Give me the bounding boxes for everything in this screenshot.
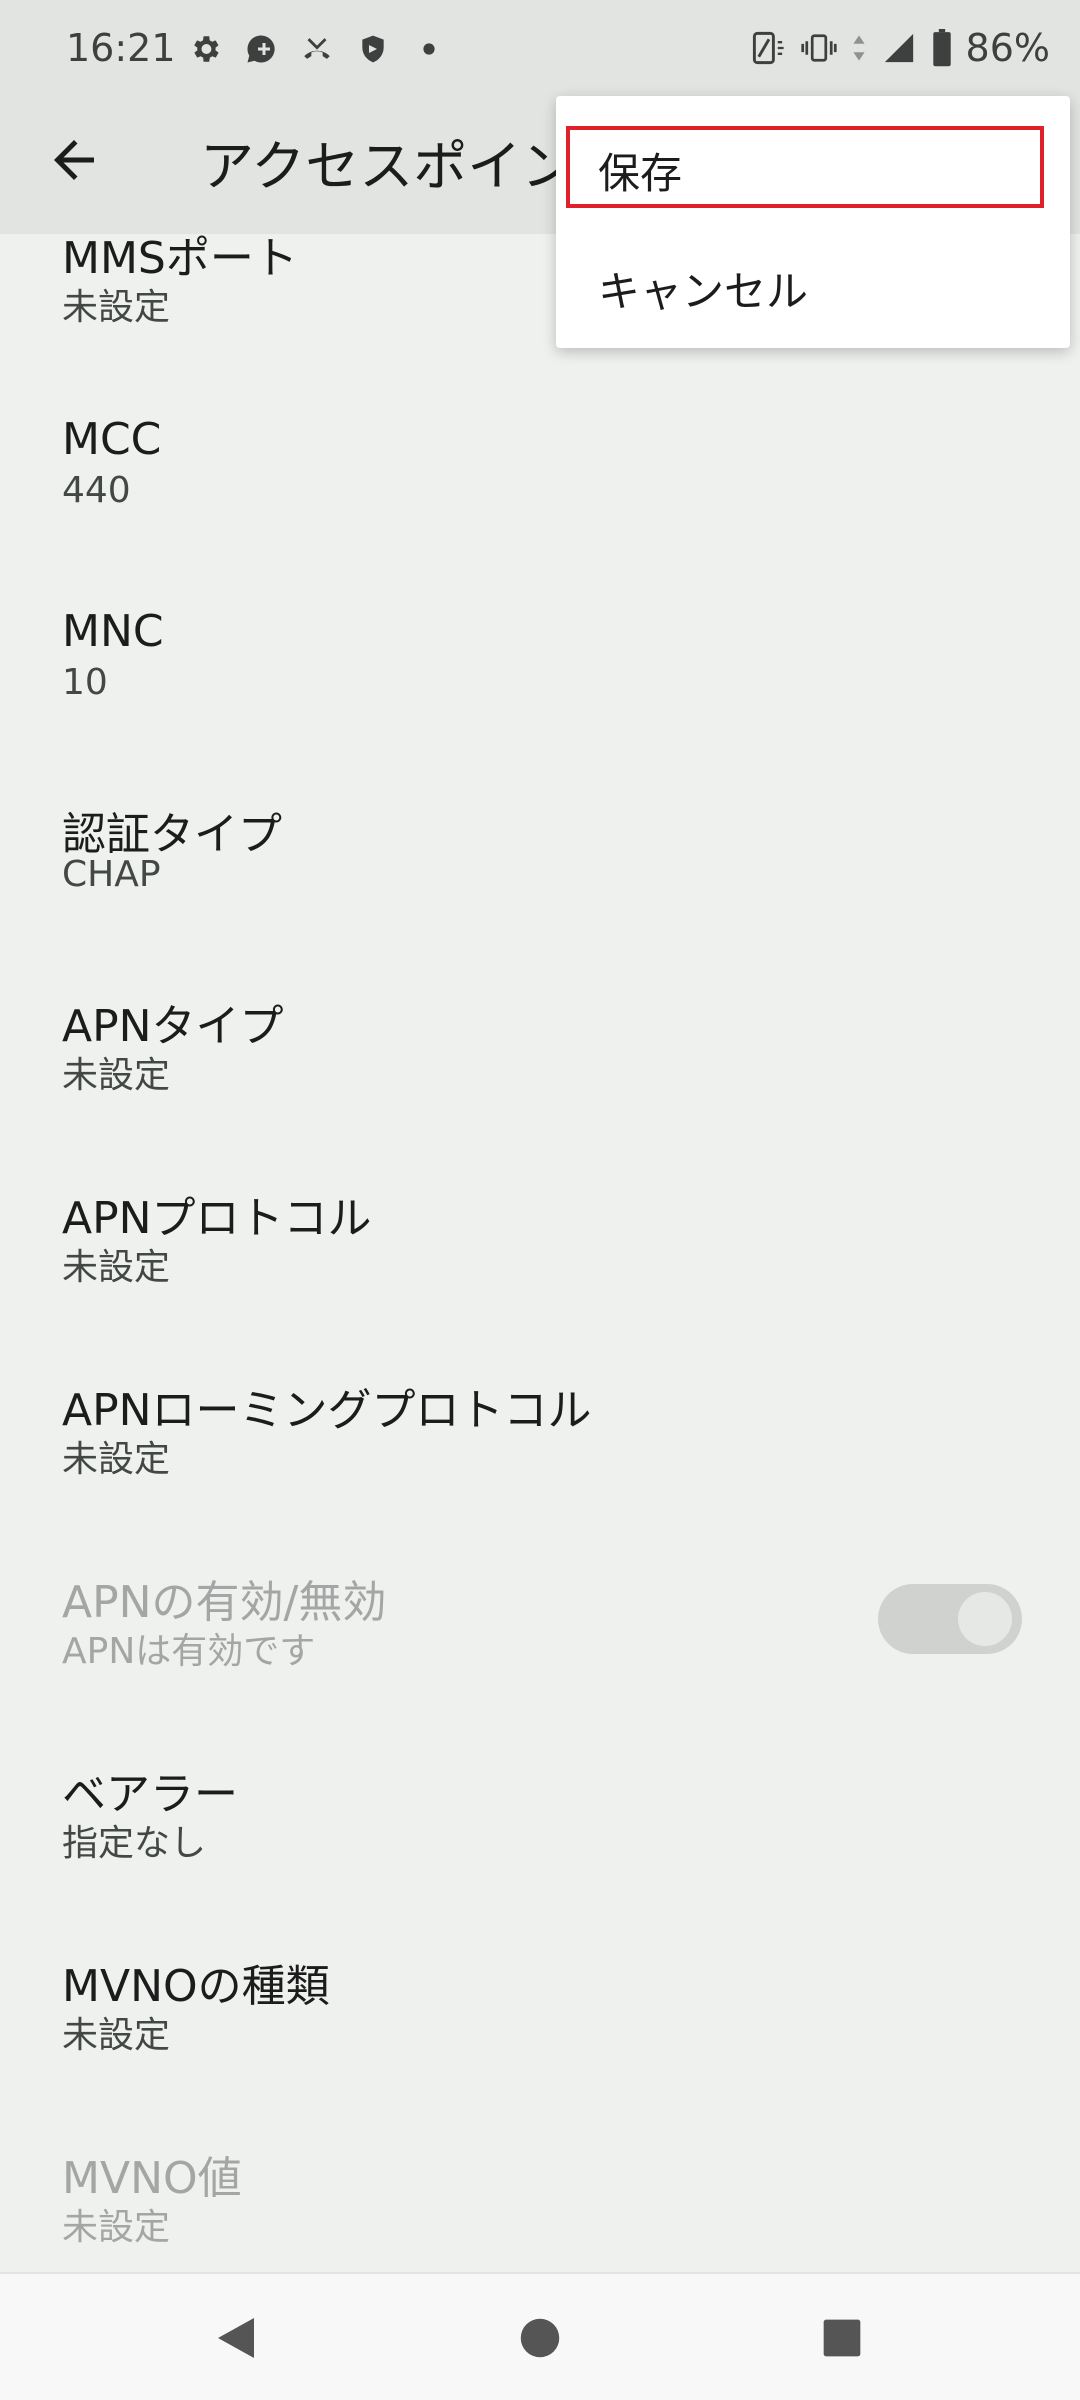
pref-title: MCC [62, 414, 162, 465]
pref-apn-roaming-protocol[interactable]: APNローミングプロトコル 未設定 [62, 1374, 1022, 1544]
pref-summary: 未設定 [62, 1247, 171, 1288]
pref-title: APNプロトコル [62, 1193, 372, 1244]
nav-recents-icon[interactable] [816, 2312, 868, 2364]
status-time: 16:21 [66, 26, 176, 70]
pref-summary: 未設定 [62, 287, 171, 328]
pref-title: MVNO値 [62, 2153, 242, 2204]
pref-title: APNローミングプロトコル [62, 1385, 592, 1436]
chat-add-icon [242, 30, 280, 68]
pref-title: MMSポート [62, 233, 298, 284]
status-icons-left [186, 30, 448, 68]
battery-percentage: 86% [965, 26, 1050, 70]
pref-title: ベアラー [62, 1769, 238, 1820]
pref-apn-type[interactable]: APNタイプ 未設定 [62, 990, 1022, 1160]
nav-back-icon[interactable] [210, 2312, 262, 2364]
settings-icon [186, 30, 224, 68]
pref-title: MVNOの種類 [62, 1961, 330, 2012]
pref-bearer[interactable]: ベアラー 指定なし [62, 1758, 1022, 1928]
menu-item-cancel-label: キャンセル [598, 267, 809, 316]
dot-icon [410, 30, 448, 68]
pref-apn-enable: APNの有効/無効 APNは有効です [62, 1566, 1022, 1736]
battery-icon [930, 29, 954, 67]
pref-mcc[interactable]: MCC 440 [62, 414, 1022, 584]
pref-summary: APNは有効です [62, 1631, 316, 1672]
missed-call-icon [298, 30, 336, 68]
pref-summary: 10 [62, 662, 108, 703]
pref-summary: CHAP [62, 854, 161, 895]
pref-title: MNC [62, 606, 164, 657]
vibrate-icon [800, 29, 838, 67]
pref-apn-protocol[interactable]: APNプロトコル 未設定 [62, 1182, 1022, 1352]
shield-icon [354, 30, 392, 68]
pref-mvno-type[interactable]: MVNOの種類 未設定 [62, 1950, 1022, 2120]
menu-item-save[interactable]: 保存 [556, 110, 1070, 220]
status-icons-right: 86% [750, 26, 1050, 70]
pref-summary: 未設定 [62, 1055, 171, 1096]
toggle-knob [958, 1592, 1012, 1646]
signal-icon [880, 29, 918, 67]
pref-summary: 未設定 [62, 1439, 171, 1480]
page-title: アクセスポイン [200, 135, 576, 198]
pref-title: APNの有効/無効 [62, 1577, 387, 1628]
nav-home-icon[interactable] [514, 2312, 566, 2364]
back-arrow-icon[interactable] [44, 130, 104, 190]
pref-summary: 440 [62, 470, 131, 511]
pref-summary: 未設定 [62, 2207, 171, 2248]
pref-mnc[interactable]: MNC 10 [62, 606, 1022, 776]
menu-item-cancel[interactable]: キャンセル [556, 228, 1070, 338]
pref-auth-type[interactable]: 認証タイプ CHAP [62, 798, 1022, 968]
menu-item-save-label: 保存 [598, 149, 683, 198]
overflow-menu: 保存 キャンセル [556, 96, 1070, 348]
data-arrows-icon [850, 29, 868, 67]
pref-summary: 未設定 [62, 2015, 171, 2056]
pref-title: 認証タイプ [62, 809, 282, 860]
pref-title: APNタイプ [62, 1001, 284, 1052]
pref-summary: 指定なし [62, 1823, 207, 1864]
screen-rotate-icon [750, 29, 788, 67]
navigation-bar [0, 2272, 1080, 2400]
apn-enable-toggle [878, 1584, 1022, 1654]
status-bar: 16:21 86% [0, 0, 1080, 100]
